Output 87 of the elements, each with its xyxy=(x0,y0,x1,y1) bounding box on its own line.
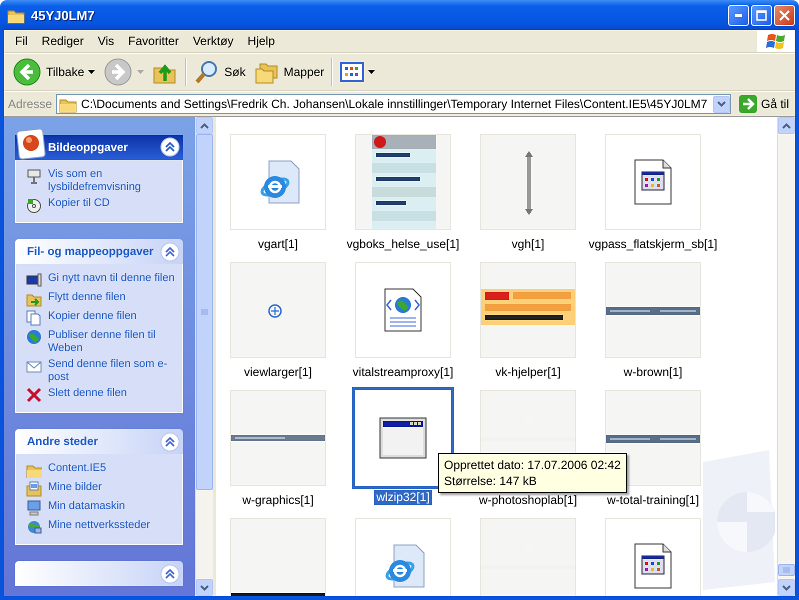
task-link[interactable]: Gi nytt navn til denne filen xyxy=(48,272,175,285)
menu-item[interactable]: Favoritter xyxy=(121,34,186,48)
file-name[interactable]: viewlarger[1] xyxy=(242,365,314,380)
views-icon xyxy=(340,61,364,83)
task-link[interactable]: Send denne filen som e-post xyxy=(48,358,176,384)
computer-icon xyxy=(26,500,42,516)
scroll-up-button[interactable] xyxy=(778,117,795,134)
scrollbar[interactable] xyxy=(777,117,795,596)
pane-header[interactable]: Fil- og mappeoppgaver xyxy=(15,239,183,264)
document-icon xyxy=(633,542,673,590)
file-name[interactable]: vgpass_flatskjerm_sb[1] xyxy=(586,237,720,252)
file-name[interactable]: vitalstreamproxy[1] xyxy=(350,365,456,380)
grip-icon xyxy=(201,309,208,315)
maximize-icon xyxy=(756,10,767,20)
task-link[interactable]: Kopier denne filen xyxy=(48,310,137,323)
up-caret-icon xyxy=(200,122,209,128)
file-name[interactable]: vgart[1] xyxy=(256,237,300,252)
menu-item[interactable]: Rediger xyxy=(34,34,91,48)
up-caret-icon xyxy=(782,122,791,128)
folders-button[interactable]: Mapper xyxy=(250,56,328,88)
delete-icon xyxy=(26,387,42,403)
pane-header[interactable]: Andre steder xyxy=(15,429,183,454)
minimize-icon xyxy=(735,14,742,16)
task-link[interactable]: Kopier til CD xyxy=(48,197,110,210)
go-button[interactable]: Gå til xyxy=(734,95,793,113)
scrollbar[interactable] xyxy=(195,117,213,596)
address-label: Adresse xyxy=(8,97,52,111)
task-link[interactable]: Flytt denne filen xyxy=(48,291,126,304)
collapse-icon[interactable] xyxy=(160,432,180,452)
scroll-up-button[interactable] xyxy=(196,117,213,134)
file-name[interactable]: w-photoshoplab[1] xyxy=(476,493,580,508)
down-caret-icon xyxy=(200,584,209,590)
globe-icon xyxy=(26,329,42,345)
tooltip-line: Størrelse: 147 kB xyxy=(444,473,538,489)
file-name[interactable]: wlzip32[1] xyxy=(374,490,432,505)
file-name[interactable]: w-brown[1] xyxy=(622,365,684,380)
menu-item[interactable]: Vis xyxy=(90,34,122,48)
dropdown-button[interactable] xyxy=(712,96,730,112)
network-icon xyxy=(26,519,42,535)
down-caret-icon xyxy=(782,584,791,590)
task-link[interactable]: Vis som en lysbildefremvisning xyxy=(48,168,176,194)
grip-icon xyxy=(783,567,790,573)
close-button[interactable] xyxy=(774,4,795,26)
scroll-thumb[interactable] xyxy=(196,134,213,490)
window-title: 45YJ0LM7 xyxy=(31,8,96,22)
web-document-icon xyxy=(383,287,423,333)
application-window-icon xyxy=(379,417,427,459)
task-link[interactable]: Min datamaskin xyxy=(48,500,126,513)
copy-icon xyxy=(26,310,42,326)
file-name[interactable]: w-graphics[1] xyxy=(240,493,316,508)
slideshow-icon xyxy=(26,168,42,184)
collapse-icon[interactable] xyxy=(160,242,180,262)
scroll-thumb[interactable] xyxy=(778,564,795,576)
menu-item[interactable]: Verktøy xyxy=(186,34,241,48)
menu-item[interactable]: Hjelp xyxy=(240,34,282,48)
task-link[interactable]: Slett denne filen xyxy=(48,387,127,400)
collapse-icon[interactable] xyxy=(160,137,180,157)
scroll-down-button[interactable] xyxy=(196,579,213,596)
minimize-button[interactable] xyxy=(728,4,749,26)
task-link[interactable]: Mine nettverkssteder xyxy=(48,519,150,532)
maximize-button[interactable] xyxy=(751,4,772,26)
search-button[interactable]: Søk xyxy=(190,56,250,88)
scroll-down-button[interactable] xyxy=(778,579,795,596)
file-name[interactable]: vgh[1] xyxy=(510,237,546,252)
dropdown-caret-icon xyxy=(88,70,96,74)
cd-icon xyxy=(26,197,42,213)
dropdown-caret-icon xyxy=(137,70,144,74)
windows-flag-icon xyxy=(765,32,787,50)
pane-header[interactable]: Bildeoppgaver xyxy=(15,126,183,160)
file-name[interactable]: w-total-training[1] xyxy=(604,493,702,508)
file-name[interactable]: vk-hjelper[1] xyxy=(493,365,563,380)
back-button[interactable]: Tilbake xyxy=(8,56,100,88)
pictures-folder-icon xyxy=(26,481,42,497)
document-icon xyxy=(633,158,673,206)
collapse-icon[interactable] xyxy=(160,564,180,584)
task-link[interactable]: Publiser denne filen til Weben xyxy=(48,329,176,355)
rename-icon xyxy=(26,272,42,288)
close-icon xyxy=(779,10,790,20)
tooltip-line: Opprettet dato: 17.07.2006 02:42 xyxy=(444,457,621,473)
task-link[interactable]: Mine bilder xyxy=(48,481,102,494)
task-link[interactable]: Content.IE5 xyxy=(48,462,106,475)
menu-item[interactable]: Fil xyxy=(8,34,35,48)
dropdown-caret-icon xyxy=(716,101,726,107)
go-arrow-icon xyxy=(738,95,757,113)
dropdown-caret-icon xyxy=(368,70,376,74)
file-name[interactable]: vgboks_helse_use[1] xyxy=(344,237,462,252)
address-field[interactable]: C:\Documents and Settings\Fredrik Ch. Johansen\Lokale innstillinger\Temporary Internet Files\Content.IE5\45YJ0LM7 xyxy=(56,94,731,114)
